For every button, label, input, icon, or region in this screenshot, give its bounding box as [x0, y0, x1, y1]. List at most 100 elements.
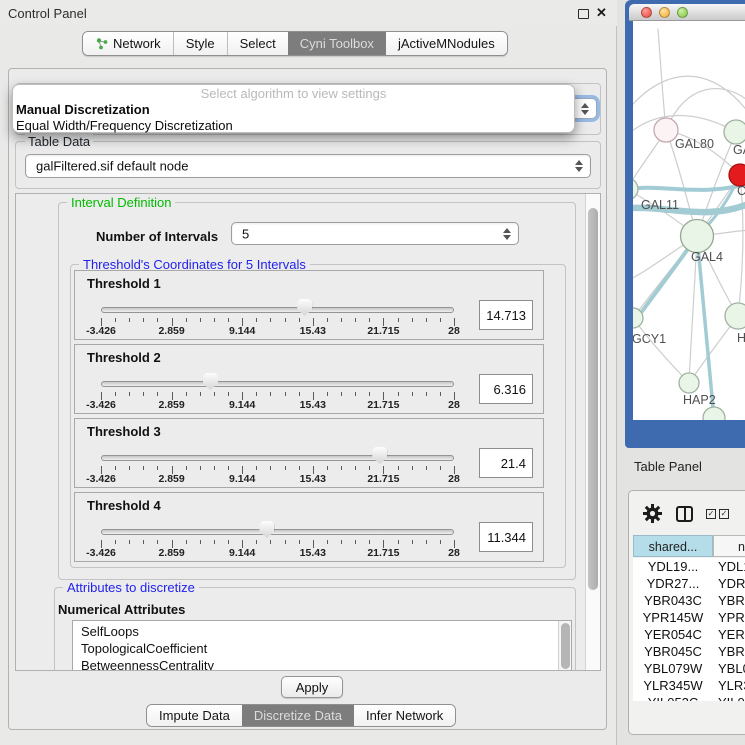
settings-scroll-panel: Interval Definition Number of Intervals … [15, 193, 601, 671]
gear-icon[interactable] [642, 503, 663, 524]
select-all-checkbox-icon[interactable]: ✓ [706, 509, 716, 519]
threshold-slider[interactable] [101, 529, 454, 535]
combo-arrows-icon [503, 228, 511, 240]
table-row[interactable]: YER054C YER0 [633, 626, 745, 643]
network-canvas[interactable]: GAL80 GA C GAL11 GAL4 GCY1 H HAP2 [633, 21, 745, 420]
select-none-checkbox-icon[interactable]: ✓ [719, 509, 729, 519]
num-intervals-value: 5 [242, 226, 249, 241]
cell-name[interactable]: YDR2 [718, 575, 745, 592]
columns-icon[interactable] [676, 506, 693, 522]
cell-shared-name[interactable]: YER054C [633, 626, 713, 643]
threshold-value-field[interactable] [479, 448, 533, 478]
tab-label: Select [240, 36, 276, 51]
table-row[interactable]: YPR145W YPR1 [633, 609, 745, 626]
cell-name[interactable]: YBR0 [718, 592, 745, 609]
close-icon[interactable]: ✕ [596, 5, 607, 21]
cell-shared-name[interactable]: YDL19... [633, 558, 713, 575]
node-gal11[interactable] [633, 178, 638, 200]
cell-shared-name[interactable]: YBR043C [633, 592, 713, 609]
zoom-traffic-light-icon[interactable] [677, 7, 688, 18]
cell-name[interactable]: YDL1 [718, 558, 745, 575]
cell-name[interactable]: YBL0 [718, 660, 745, 677]
node-hap2[interactable] [679, 373, 699, 393]
cell-shared-name[interactable]: YIL052C [633, 694, 713, 701]
node-red[interactable] [729, 164, 745, 186]
cyni-bottom-tabs: Impute Data Discretize Data Infer Networ… [146, 704, 456, 727]
cell-shared-name[interactable]: YLR345W [633, 677, 713, 694]
network-window-titlebar[interactable] [629, 4, 745, 21]
cell-name[interactable]: YBR0 [718, 643, 745, 660]
scale-label: 9.144 [229, 325, 255, 337]
cell-shared-name[interactable]: YPR145W [633, 609, 713, 626]
threshold-3-panel: Threshold 3 -3.4262.8599.14415.4321.7152… [74, 418, 544, 488]
table-row[interactable]: YBR043C YBR0 [633, 592, 745, 609]
list-item[interactable]: TopologicalCoefficient [81, 640, 207, 657]
threshold-value-field[interactable] [479, 300, 533, 330]
tab-discretize-data[interactable]: Discretize Data [242, 705, 354, 726]
slider-thumb[interactable] [203, 373, 218, 390]
list-item[interactable]: SelfLoops [81, 623, 139, 640]
cell-shared-name[interactable]: YBL079W [633, 660, 713, 677]
panel-scrollbar[interactable] [585, 194, 600, 670]
cell-name[interactable]: YER0 [718, 626, 745, 643]
threshold-slider[interactable] [101, 455, 454, 461]
window-title: Control Panel [8, 6, 87, 21]
float-window-icon[interactable] [578, 9, 589, 19]
tab-impute-data[interactable]: Impute Data [147, 705, 242, 726]
tab-jactivemnodules[interactable]: jActiveMNodules [386, 32, 507, 55]
node-top-right[interactable] [724, 120, 745, 144]
column-header-name[interactable]: na [713, 535, 745, 557]
scale-label: 9.144 [229, 473, 255, 485]
apply-button[interactable]: Apply [281, 676, 343, 698]
threshold-slider[interactable] [101, 307, 454, 313]
dropdown-option-equal-width-frequency[interactable]: Equal Width/Frequency Discretization [13, 118, 574, 134]
dropdown-option-manual-discretization[interactable]: Manual Discretization [13, 102, 574, 118]
threshold-value-field[interactable] [479, 374, 533, 404]
node-bottom[interactable] [703, 407, 725, 420]
cell-shared-name[interactable]: YBR045C [633, 643, 713, 660]
scale-label: 28 [448, 547, 460, 559]
close-traffic-light-icon[interactable] [641, 7, 652, 18]
minimize-traffic-light-icon[interactable] [659, 7, 670, 18]
tab-infer-network[interactable]: Infer Network [354, 705, 455, 726]
num-intervals-combo[interactable]: 5 [231, 222, 519, 245]
list-scrollbar[interactable] [558, 621, 571, 671]
combo-arrows-icon [581, 103, 589, 115]
threshold-slider[interactable] [101, 381, 454, 387]
node-gal4[interactable] [681, 220, 714, 253]
slider-thumb[interactable] [372, 447, 387, 464]
tab-select[interactable]: Select [227, 32, 288, 55]
cell-name[interactable]: YLR3 [718, 677, 745, 694]
tab-label: Infer Network [366, 708, 443, 723]
table-row[interactable]: YLR345W YLR3 [633, 677, 745, 694]
table-row[interactable]: YIL052C YIL0 [633, 694, 745, 701]
node-right-h[interactable] [725, 303, 745, 329]
table-row[interactable]: YDL19... YDL1 [633, 558, 745, 575]
network-icon [95, 37, 108, 50]
slider-thumb[interactable] [297, 299, 312, 316]
tab-network[interactable]: Network [83, 32, 173, 55]
column-header-shared-name[interactable]: shared... [633, 535, 713, 557]
cell-name[interactable]: YPR1 [718, 609, 745, 626]
network-view-window: GAL80 GA C GAL11 GAL4 GCY1 H HAP2 [625, 0, 745, 448]
threshold-value-field[interactable] [479, 522, 533, 552]
tab-cyni-toolbox[interactable]: Cyni Toolbox [288, 32, 386, 55]
scrollbar-thumb[interactable] [561, 623, 570, 669]
dropdown-prompt: Select algorithm to view settings [13, 86, 574, 101]
scale-label: 15.43 [300, 399, 326, 411]
tab-style[interactable]: Style [173, 32, 227, 55]
table-data-combo[interactable]: galFiltered.sif default node [25, 154, 591, 178]
scrollbar-thumb[interactable] [588, 208, 598, 590]
cell-shared-name[interactable]: YDR27... [633, 575, 713, 592]
threshold-label: Threshold 4 [87, 498, 161, 513]
table-body[interactable]: YDL19...YDL1YDR27...YDR2YBR043CYBR0YPR14… [633, 558, 745, 701]
scale-label: 2.859 [158, 325, 184, 337]
scale-label: -3.426 [86, 473, 116, 485]
cell-name[interactable]: YIL0 [718, 694, 745, 701]
slider-thumb[interactable] [259, 521, 274, 538]
scale-label: -3.426 [86, 325, 116, 337]
list-item[interactable]: BetweennessCentrality [81, 657, 214, 671]
table-row[interactable]: YBR045C YBR0 [633, 643, 745, 660]
table-row[interactable]: YBL079W YBL0 [633, 660, 745, 677]
table-row[interactable]: YDR27... YDR2 [633, 575, 745, 592]
